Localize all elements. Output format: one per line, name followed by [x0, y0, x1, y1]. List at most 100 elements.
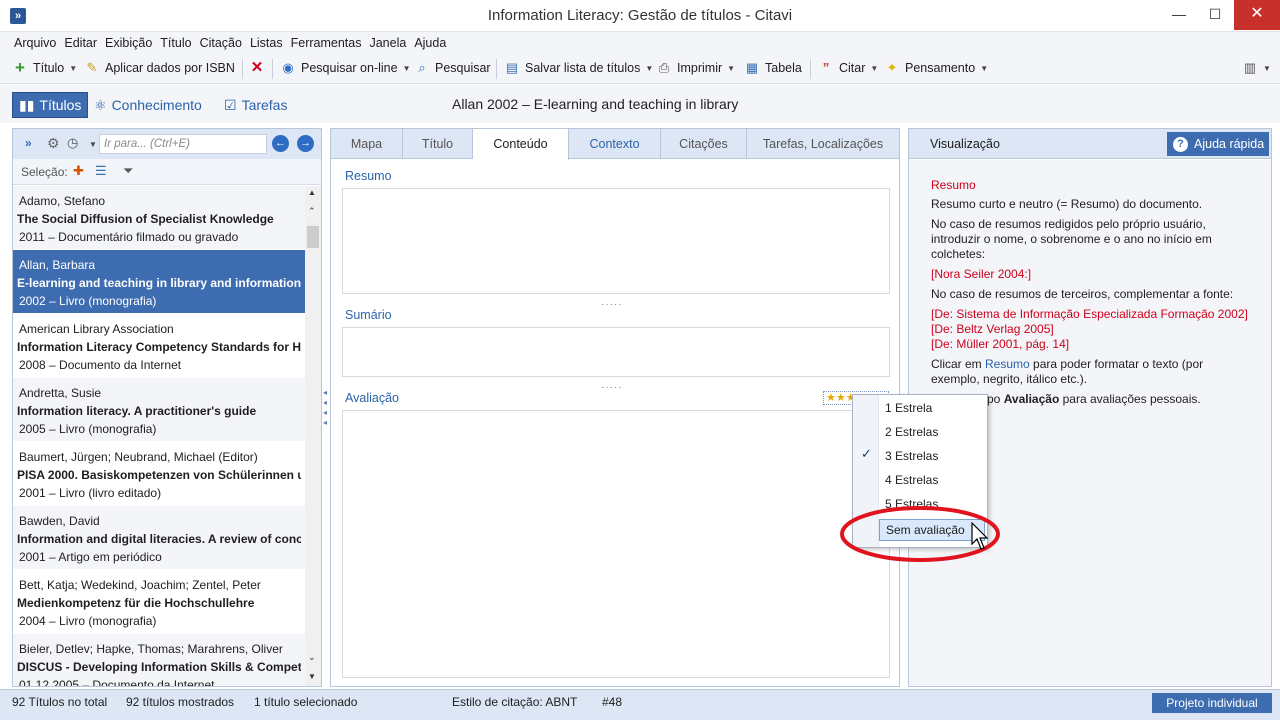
filter-icon[interactable]: ⏷: [123, 163, 133, 179]
menu-citacao[interactable]: Citação: [196, 32, 246, 50]
cite-button[interactable]: ” Citar ▼: [818, 60, 879, 76]
avaliacao-field[interactable]: [342, 410, 890, 678]
tab-contexto[interactable]: Contexto: [569, 129, 661, 159]
mode-tarefas[interactable]: ☑ Tarefas: [218, 92, 293, 118]
menu-item-4-stars[interactable]: 4 Estrelas: [885, 473, 938, 487]
reference-author: Andretta, Susie: [19, 386, 102, 400]
tab-citacoes[interactable]: Citações: [661, 129, 747, 159]
knowledge-tree-icon: ⚛: [94, 96, 107, 113]
add-title-button[interactable]: + Título ▼: [12, 58, 77, 77]
history-clock-icon[interactable]: ◷: [67, 135, 78, 151]
reference-year-type: 2002 – Livro (monografia): [19, 294, 157, 308]
quick-help-button[interactable]: ? Ajuda rápida: [1167, 132, 1269, 156]
online-search-button[interactable]: ◉ Pesquisar on-line ▼: [280, 60, 410, 76]
forward-arrow-icon[interactable]: →: [297, 135, 314, 152]
menu-item-3-stars[interactable]: 3 Estrelas: [885, 449, 938, 463]
tab-tarefas-localizacoes[interactable]: Tarefas, Localizações: [747, 129, 899, 159]
reference-list: Adamo, Stefano The Social Diffusion of S…: [13, 186, 305, 686]
help-icon: ?: [1173, 136, 1188, 152]
chevron-down-icon: ▼: [727, 63, 736, 73]
tab-titulo[interactable]: Título: [403, 129, 473, 159]
thought-label: Pensamento: [905, 61, 976, 75]
list-item[interactable]: Bett, Katja; Wedekind, Joachim; Zentel, …: [13, 570, 305, 634]
splitter-grip[interactable]: ·····: [601, 299, 623, 310]
list-item[interactable]: Adamo, Stefano The Social Diffusion of S…: [13, 186, 305, 250]
reference-author: American Library Association: [19, 322, 174, 336]
thought-button[interactable]: ✦ Pensamento ▼: [884, 60, 989, 76]
resumo-link[interactable]: Resumo: [985, 357, 1030, 371]
search-button[interactable]: ⌕ Pesquisar: [414, 60, 490, 76]
close-icon[interactable]: ✕: [1234, 0, 1280, 30]
goto-input[interactable]: Ir para... (Ctrl+E): [99, 134, 267, 154]
checkmark-icon: ✓: [861, 446, 872, 461]
reference-list-scrollbar[interactable]: ▲ ⌃ ⌄ ▼: [305, 186, 321, 686]
menu-titulo[interactable]: Título: [156, 32, 195, 50]
help-example: [Nora Seiler 2004:]: [931, 267, 1032, 281]
splitter-grip[interactable]: ·····: [601, 382, 623, 393]
menu-editar[interactable]: Editar: [60, 32, 101, 50]
menu-janela[interactable]: Janela: [365, 32, 410, 50]
resumo-label[interactable]: Resumo: [345, 169, 392, 183]
menu-item-2-stars[interactable]: 2 Estrelas: [885, 425, 938, 439]
tab-conteudo[interactable]: Conteúdo: [473, 129, 569, 160]
scroll-bottom-icon[interactable]: ▼: [308, 672, 316, 681]
gear-icon[interactable]: ⚙: [47, 135, 60, 152]
separator: [272, 59, 273, 79]
help-example: [De: Müller 2001, pág. 14]: [931, 337, 1070, 351]
lightbulb-icon: ✦: [886, 60, 898, 75]
avaliacao-label[interactable]: Avaliação: [345, 391, 399, 405]
list-item[interactable]: American Library Association Information…: [13, 314, 305, 378]
mode-titulos[interactable]: ▮▮ Títulos: [12, 92, 89, 118]
menu-exibicao[interactable]: Exibição: [101, 32, 156, 50]
selection-add-icon[interactable]: ✚: [73, 163, 84, 179]
print-label: Imprimir: [677, 61, 723, 75]
list-item[interactable]: Bawden, David Information and digital li…: [13, 506, 305, 570]
preview-title: Visualização: [930, 137, 1000, 151]
status-shown: 92 títulos mostrados: [126, 695, 235, 709]
list-item[interactable]: Baumert, Jürgen; Neubrand, Michael (Edit…: [13, 442, 305, 506]
scroll-top-icon[interactable]: ▲: [308, 188, 316, 197]
chevron-down-icon[interactable]: ▼: [89, 140, 97, 149]
list-item-selected[interactable]: Allan, Barbara E-learning and teaching i…: [13, 250, 305, 314]
selection-list-icon[interactable]: ☰: [95, 163, 107, 179]
back-arrow-icon[interactable]: ←: [272, 135, 289, 152]
resumo-field[interactable]: [342, 188, 890, 294]
reference-year-type: 2001 – Artigo em periódico: [19, 550, 162, 564]
reference-year-type: 2005 – Livro (monografia): [19, 422, 157, 436]
isbn-button[interactable]: ✎ Aplicar dados por ISBN: [84, 60, 235, 76]
reference-year-type: 2011 – Documentário filmado ou gravado: [19, 230, 239, 244]
quick-help-label: Ajuda rápida: [1194, 137, 1265, 151]
menu-item-1-star[interactable]: 1 Estrela: [885, 401, 932, 415]
menu-ferramentas[interactable]: Ferramentas: [287, 32, 366, 50]
sumario-label[interactable]: Sumário: [345, 308, 392, 322]
help-heading: Resumo: [931, 178, 976, 192]
save-list-button[interactable]: ▤ Salvar lista de títulos ▼: [504, 60, 653, 76]
delete-button[interactable]: ✕: [249, 60, 265, 76]
menu-arquivo[interactable]: Arquivo: [0, 32, 60, 50]
print-button[interactable]: ⎙ Imprimir ▼: [656, 60, 735, 76]
list-item[interactable]: Andretta, Susie Information literacy. A …: [13, 378, 305, 442]
mode-titulos-label: Títulos: [39, 97, 82, 113]
menu-listas[interactable]: Listas: [246, 32, 287, 50]
list-item[interactable]: Bieler, Detlev; Hapke, Thomas; Marahrens…: [13, 634, 305, 686]
sumario-field[interactable]: [342, 327, 890, 377]
reference-title: The Social Diffusion of Specialist Knowl…: [17, 212, 274, 226]
project-badge[interactable]: Projeto individual: [1152, 693, 1272, 713]
help-text-post: para avaliações pessoais.: [1059, 392, 1201, 406]
plus-icon: +: [15, 58, 25, 77]
expand-chevron-icon[interactable]: »: [25, 136, 32, 150]
layout-button[interactable]: ▥ ▼: [1242, 60, 1271, 76]
reference-list-header: » ⚙ ◷ ▼ Ir para... (Ctrl+E) ← →: [13, 129, 321, 159]
mode-conhecimento[interactable]: ⚛ Conhecimento: [88, 92, 208, 118]
scroll-up-icon[interactable]: ⌃: [308, 206, 316, 217]
scroll-down-icon[interactable]: ⌄: [308, 652, 316, 663]
maximize-icon[interactable]: ☐: [1198, 0, 1232, 30]
minimize-icon[interactable]: —: [1162, 0, 1196, 30]
add-title-label: Título: [33, 61, 65, 75]
scroll-thumb[interactable]: [307, 226, 319, 248]
splitter-grip-icon[interactable]: ◂ ◂ ◂ ◂: [323, 388, 329, 432]
table-button[interactable]: ▦ Tabela: [744, 60, 802, 76]
tab-mapa[interactable]: Mapa: [331, 129, 403, 159]
reference-list-pane: » ⚙ ◷ ▼ Ir para... (Ctrl+E) ← → Seleção:…: [12, 128, 322, 687]
menu-ajuda[interactable]: Ajuda: [410, 32, 450, 50]
